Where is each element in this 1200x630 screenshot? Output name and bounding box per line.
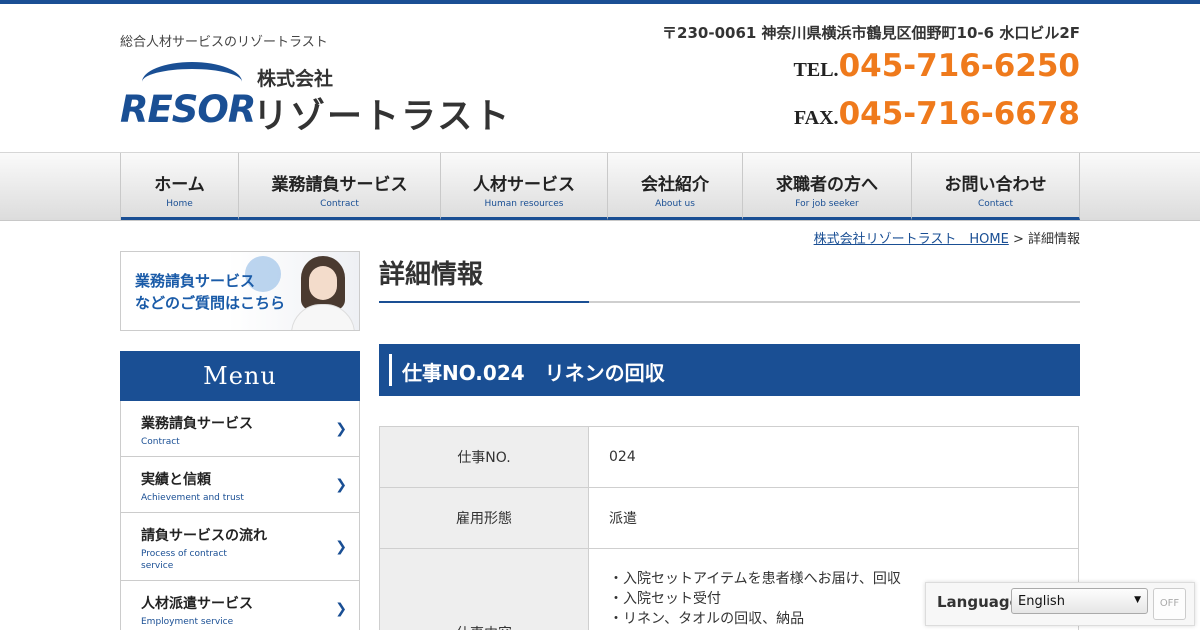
fax-label: FAX.	[793, 107, 839, 129]
nav-about-us[interactable]: 会社紹介 About us	[608, 153, 743, 220]
nav-contract[interactable]: 業務請負サービス Contract	[239, 153, 441, 220]
woman-thinking-image	[281, 252, 359, 330]
language-widget: Language English ▼ OFF	[925, 582, 1195, 626]
sidebar-item-achievement[interactable]: 実績と信頼 Achievement and trust ❯	[120, 457, 360, 513]
nav-label: 人材サービス	[473, 175, 575, 195]
sidebar-menu: 業務請負サービス Contract ❯ 実績と信頼 Achievement an…	[120, 401, 360, 630]
contract-faq-banner[interactable]: 業務請負サービス などのご質問はこちら	[120, 251, 360, 331]
nav-sublabel: Home	[166, 199, 193, 209]
breadcrumb-home-link[interactable]: 株式会社リゾートラスト HOME	[814, 232, 1009, 247]
company-logo[interactable]: RESOR 株式会社 リゾートラスト	[120, 60, 509, 137]
chevron-right-icon: ❯	[335, 476, 347, 493]
breadcrumb: 株式会社リゾートラスト HOME > 詳細情報	[814, 228, 1080, 247]
logo-company-prefix: 株式会社	[257, 68, 334, 90]
sidebar-item-sublabel: Contract	[141, 437, 180, 447]
nav-sublabel: Human resources	[484, 199, 564, 209]
breadcrumb-separator: >	[1012, 232, 1024, 247]
language-selected-value: English	[1018, 594, 1065, 609]
logo-mark: RESOR	[120, 88, 256, 131]
job-heading-text: 仕事NO.024 リネンの回収	[402, 361, 665, 385]
sidebar-item-contract[interactable]: 業務請負サービス Contract ❯	[120, 401, 360, 457]
nav-home[interactable]: ホーム Home	[121, 153, 239, 220]
detail-key: 仕事内容	[379, 548, 589, 630]
sidebar-item-sublabel: Process of contract service	[141, 549, 227, 571]
company-address: 〒230-0061 神奈川県横浜市鶴見区佃野町10-6 水口ビル2F	[662, 24, 1080, 42]
language-label: Language	[937, 593, 1020, 611]
job-heading: 仕事NO.024 リネンの回収	[379, 344, 1080, 396]
fax-value: 045-716-6678	[838, 96, 1080, 132]
page-title: 詳細情報	[379, 260, 484, 290]
sidebar-item-label: 請負サービスの流れ	[141, 528, 267, 544]
detail-value: 024	[588, 426, 1079, 488]
dropdown-arrow-icon: ▼	[1134, 595, 1141, 605]
detail-key: 雇用形態	[379, 487, 589, 549]
banner-line-2: などのご質問はこちら	[135, 294, 286, 312]
table-row: 仕事NO. 024	[379, 426, 1079, 488]
nav-contact[interactable]: お問い合わせ Contact	[912, 153, 1080, 220]
sidebar-item-sublabel: Employment service	[141, 617, 234, 627]
tel-number[interactable]: TEL.045-716-6250	[794, 48, 1080, 84]
chevron-right-icon: ❯	[335, 600, 347, 617]
sidebar-item-label: 人材派遣サービス	[141, 596, 253, 612]
chevron-right-icon: ❯	[335, 420, 347, 437]
site-header: 総合人材サービスのリゾートラスト RESOR 株式会社 リゾートラスト 〒230…	[0, 4, 1200, 152]
detail-key: 仕事NO.	[379, 426, 589, 488]
nav-sublabel: Contract	[320, 199, 359, 209]
translation-off-button[interactable]: OFF	[1153, 588, 1186, 620]
nav-label: 求職者の方へ	[776, 175, 878, 195]
nav-sublabel: About us	[655, 199, 695, 209]
chevron-right-icon: ❯	[335, 538, 347, 555]
nav-label: 業務請負サービス	[271, 175, 408, 195]
global-nav: ホーム Home 業務請負サービス Contract 人材サービス Human …	[0, 152, 1200, 221]
banner-line-1: 業務請負サービス	[135, 272, 256, 290]
logo-company-name: リゾートラスト	[253, 97, 512, 137]
nav-label: ホーム	[154, 175, 205, 195]
nav-sublabel: For job seeker	[795, 199, 859, 209]
tel-value: 045-716-6250	[838, 48, 1080, 84]
nav-human-resources[interactable]: 人材サービス Human resources	[441, 153, 608, 220]
fax-number: FAX.045-716-6678	[794, 96, 1080, 132]
detail-value: 派遣	[588, 487, 1079, 549]
sidebar-item-label: 実績と信頼	[141, 472, 211, 488]
tel-label: TEL.	[793, 59, 839, 81]
language-select[interactable]: English ▼	[1011, 588, 1148, 614]
sidebar-item-contract-process[interactable]: 請負サービスの流れ Process of contract service ❯	[120, 513, 360, 581]
title-divider	[379, 301, 1080, 303]
sidebar-item-sublabel: Achievement and trust	[141, 493, 244, 503]
nav-sublabel: Contact	[977, 199, 1013, 209]
site-tagline: 総合人材サービスのリゾートラスト	[120, 35, 328, 50]
nav-label: お問い合わせ	[944, 175, 1047, 195]
sidebar-item-label: 業務請負サービス	[141, 416, 253, 432]
sidebar-menu-title: Menu	[120, 351, 360, 401]
nav-job-seeker[interactable]: 求職者の方へ For job seeker	[743, 153, 912, 220]
heading-bar	[389, 354, 392, 386]
table-row: 雇用形態 派遣	[379, 487, 1079, 549]
breadcrumb-current: 詳細情報	[1027, 232, 1080, 247]
sidebar-item-employment[interactable]: 人材派遣サービス Employment service ❯	[120, 581, 360, 630]
nav-label: 会社紹介	[641, 175, 709, 195]
